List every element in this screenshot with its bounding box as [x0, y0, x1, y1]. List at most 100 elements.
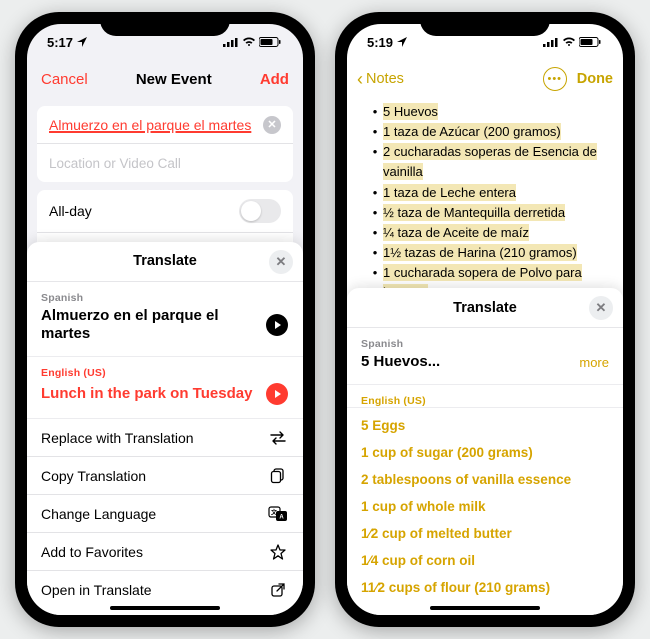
- svg-text:文: 文: [270, 508, 278, 516]
- location-field[interactable]: Location or Video Call: [37, 144, 293, 182]
- replace-label: Replace with Translation: [41, 430, 194, 446]
- note-bullet-line: •1 cucharada sopera de Polvo para hornea…: [367, 263, 607, 288]
- play-target-button[interactable]: [265, 382, 289, 406]
- source-language-label: Spanish: [41, 292, 289, 304]
- target-item: 1 cup of sugar (200 grams): [361, 439, 609, 466]
- note-bullet-line: •½ taza de Mantequilla derretida: [367, 203, 607, 223]
- target-item: 5 Eggs: [361, 412, 609, 439]
- note-item-text: 1 taza de Leche entera: [383, 184, 516, 201]
- phone-right: 5:19 ‹ Notes ••• Done •5 Huevo: [335, 12, 635, 627]
- title-location-group: Almuerzo en el parque el martes ✕ Locati…: [37, 106, 293, 182]
- status-time: 5:17: [47, 35, 73, 50]
- svg-text:A: A: [279, 514, 284, 520]
- close-sheet-button[interactable]: ✕: [589, 296, 613, 320]
- back-label: Notes: [366, 71, 404, 87]
- note-item-text: 5 Huevos: [383, 103, 438, 120]
- allday-toggle[interactable]: [239, 199, 281, 223]
- note-bullet-line: •¼ taza de Aceite de maíz: [367, 223, 607, 243]
- note-body[interactable]: •5 Huevos•1 taza de Azúcar (200 gramos)•…: [347, 98, 623, 288]
- nav-title: New Event: [136, 71, 212, 88]
- change-language-button[interactable]: Change Language 文A: [27, 495, 303, 533]
- status-time: 5:19: [367, 35, 393, 50]
- note-item-text: ½ taza de Mantequilla derretida: [383, 204, 565, 221]
- battery-icon: [259, 37, 281, 47]
- more-button[interactable]: more: [579, 355, 609, 370]
- translate-sheet: Translate ✕ Spanish 5 Huevos... more Eng…: [347, 288, 623, 615]
- more-menu-button[interactable]: •••: [543, 67, 567, 91]
- note-item-text: 1 taza de Azúcar (200 gramos): [383, 123, 561, 140]
- event-title-text: Almuerzo en el parque el martes: [49, 117, 251, 133]
- bullet-icon: •: [367, 243, 383, 263]
- bullet-icon: •: [367, 102, 383, 122]
- ellipsis-icon: •••: [547, 73, 562, 85]
- screen-notes: 5:19 ‹ Notes ••• Done •5 Huevo: [347, 24, 623, 615]
- bullet-icon: •: [367, 142, 383, 182]
- note-bullet-line: •1 taza de Azúcar (200 gramos): [367, 122, 607, 142]
- source-block: Spanish Almuerzo en el parque el martes: [27, 282, 303, 358]
- change-lang-label: Change Language: [41, 506, 156, 522]
- sheet-header: Translate ✕: [347, 288, 623, 328]
- target-items-list: 5 Eggs1 cup of sugar (200 grams)2 tables…: [347, 408, 623, 609]
- close-sheet-button[interactable]: ✕: [269, 250, 293, 274]
- copy-icon: [267, 468, 289, 484]
- target-item: 1⁄4 cup of corn oil: [361, 547, 609, 574]
- location-icon: [397, 35, 407, 50]
- home-indicator[interactable]: [430, 606, 540, 610]
- source-language-label: Spanish: [361, 338, 609, 350]
- sheet-title: Translate: [133, 253, 197, 269]
- star-icon: [267, 544, 289, 560]
- note-bullet-line: •2 cucharadas soperas de Esencia de vain…: [367, 142, 607, 182]
- notch: [420, 12, 550, 36]
- target-item: 11⁄2 cups of flour (210 grams): [361, 574, 609, 601]
- replace-translation-button[interactable]: Replace with Translation: [27, 419, 303, 457]
- signal-icon: [543, 37, 559, 47]
- target-text: Lunch in the park on Tuesday: [41, 385, 252, 404]
- home-indicator[interactable]: [110, 606, 220, 610]
- event-title-field[interactable]: Almuerzo en el parque el martes ✕: [37, 106, 293, 144]
- bullet-icon: •: [367, 122, 383, 142]
- source-text: Almuerzo en el parque el martes: [41, 307, 265, 345]
- battery-icon: [579, 37, 601, 47]
- play-source-button[interactable]: [265, 313, 289, 337]
- note-bullet-line: •1½ tazas de Harina (210 gramos): [367, 243, 607, 263]
- nav-bar: Cancel New Event Add: [27, 60, 303, 98]
- wifi-icon: [562, 37, 576, 47]
- cancel-button[interactable]: Cancel: [41, 71, 88, 88]
- copy-translation-button[interactable]: Copy Translation: [27, 457, 303, 495]
- clear-title-button[interactable]: ✕: [263, 116, 281, 134]
- notes-nav: ‹ Notes ••• Done: [347, 60, 623, 98]
- signal-icon: [223, 37, 239, 47]
- note-item-text: 2 cucharadas soperas de Esencia de vaini…: [383, 143, 597, 180]
- location-placeholder: Location or Video Call: [49, 156, 181, 171]
- open-external-icon: [267, 583, 289, 597]
- back-button[interactable]: ‹ Notes: [357, 69, 404, 90]
- add-button[interactable]: Add: [260, 71, 289, 88]
- target-item: 1⁄2 cup of melted butter: [361, 520, 609, 547]
- fav-label: Add to Favorites: [41, 544, 143, 560]
- note-bullet-line: •1 taza de Leche entera: [367, 183, 607, 203]
- chevron-left-icon: ‹: [357, 69, 363, 90]
- allday-label: All-day: [49, 203, 92, 219]
- target-item: 1 cup of whole milk: [361, 493, 609, 520]
- target-language-label: English (US): [41, 367, 289, 379]
- copy-label: Copy Translation: [41, 468, 146, 484]
- note-item-text: 1 cucharada sopera de Polvo para: [383, 264, 582, 281]
- sheet-header: Translate ✕: [27, 242, 303, 282]
- action-list: Replace with Translation Copy Translatio…: [27, 419, 303, 609]
- done-button[interactable]: Done: [577, 71, 613, 87]
- target-block: English (US) Lunch in the park on Tuesda…: [27, 357, 303, 419]
- notch: [100, 12, 230, 36]
- open-translate-button[interactable]: Open in Translate: [27, 571, 303, 609]
- screen-calendar: 5:17 Cancel New Event Add Almuerzo en el…: [27, 24, 303, 615]
- translate-sheet: Translate ✕ Spanish Almuerzo en el parqu…: [27, 242, 303, 616]
- note-item-text: 1½ tazas de Harina (210 gramos): [383, 244, 577, 261]
- sheet-title: Translate: [453, 300, 517, 316]
- allday-row: All-day: [37, 190, 293, 233]
- bullet-icon: •: [367, 183, 383, 203]
- note-bullet-line: •5 Huevos: [367, 102, 607, 122]
- bullet-icon: •: [367, 263, 383, 288]
- add-favorite-button[interactable]: Add to Favorites: [27, 533, 303, 571]
- target-item: 2 tablespoons of vanilla essence: [361, 466, 609, 493]
- replace-icon: [267, 431, 289, 445]
- source-block: Spanish 5 Huevos... more: [347, 328, 623, 385]
